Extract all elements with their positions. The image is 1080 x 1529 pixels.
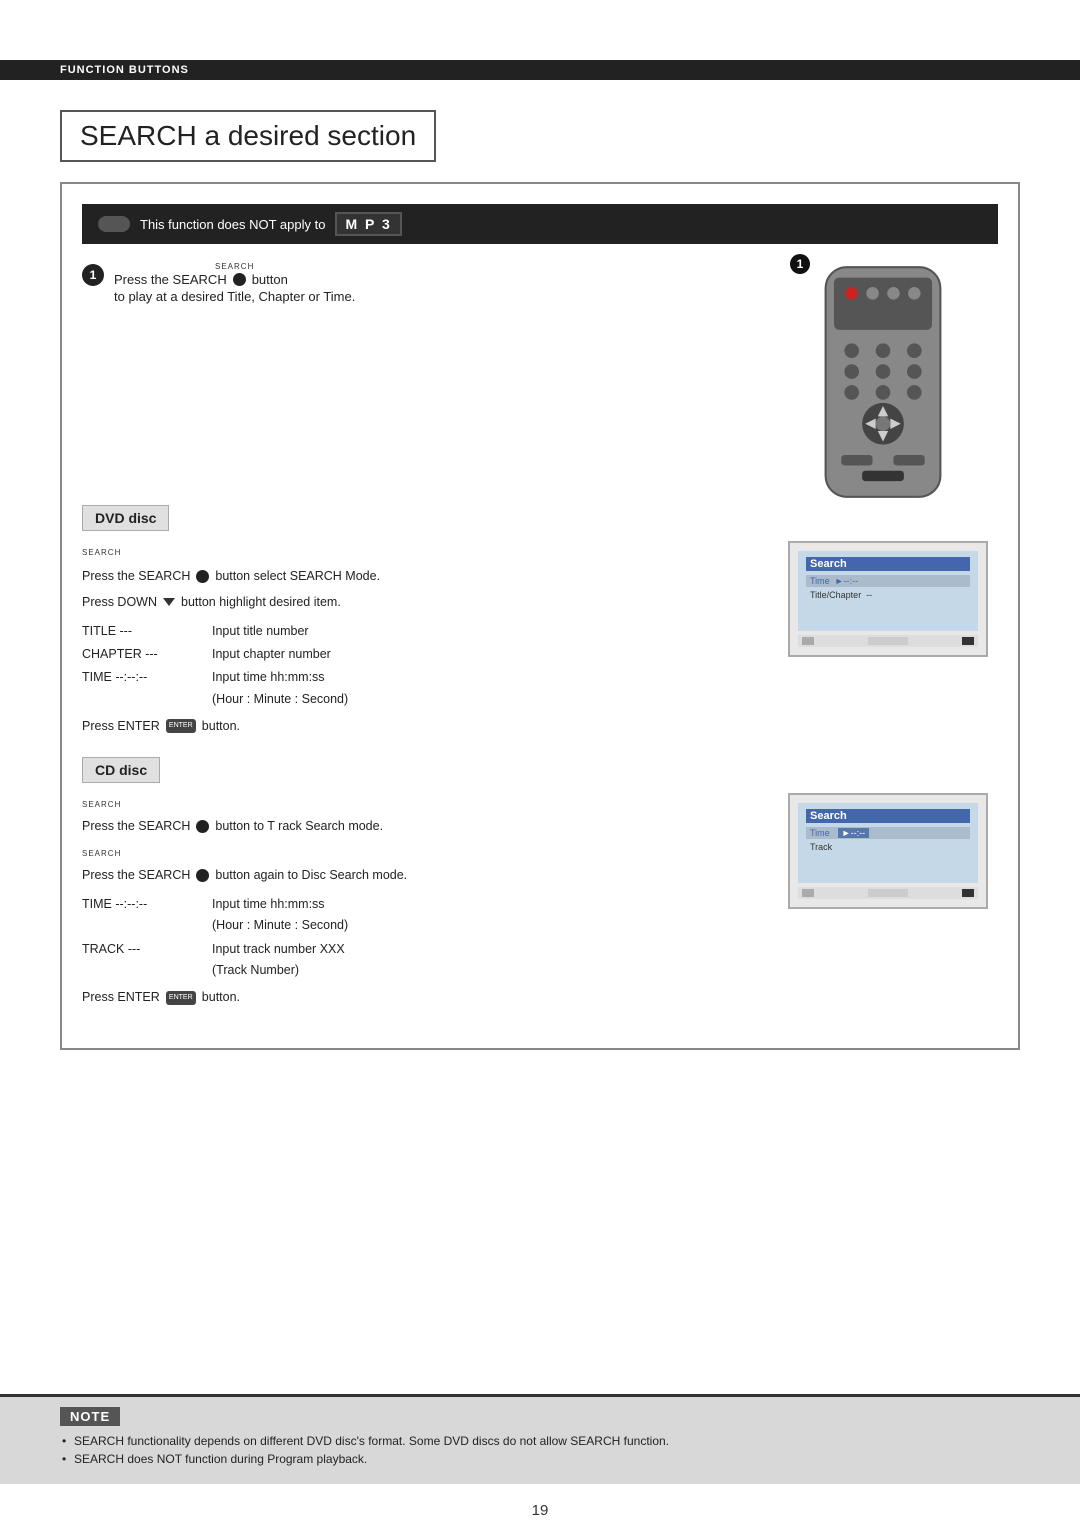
cd-screen: Search Time►--:-- Track — [788, 793, 988, 909]
cd-screen-track: Track — [806, 841, 970, 853]
cd-enter-label2: button. — [202, 987, 240, 1008]
dvd-instructions: SEARCH Press the SEARCH button select SE… — [82, 541, 758, 737]
step1-text: SEARCH Press the SEARCH button to play a… — [114, 262, 355, 304]
main-content: SEARCH a desired section This function d… — [0, 80, 1080, 1394]
cd-screen-btn-mid — [868, 889, 908, 897]
cd-screen-title: Search — [806, 809, 970, 823]
dvd-two-col: SEARCH Press the SEARCH button select SE… — [82, 541, 998, 737]
step1-button-text: button — [252, 272, 288, 287]
step1-instruction: 1 SEARCH Press the SEARCH button to play… — [82, 262, 758, 304]
note-item-1: SEARCH functionality depends on differen… — [60, 1434, 1020, 1448]
cd-search-btn1 — [196, 820, 209, 833]
dvd-line1: Press the SEARCH — [82, 566, 190, 587]
mp3-notice-text: This function does NOT apply to — [140, 217, 325, 232]
dvd-screen-inner: Search Time ►--:-- Title/Chapter -- — [798, 551, 978, 631]
content-box: This function does NOT apply to M P 3 1 … — [60, 182, 1020, 1050]
cd-time-desc: Input time hh:mm:ss (Hour : Minute : Sec… — [212, 894, 758, 937]
note-item-2: SEARCH does NOT function during Program … — [60, 1452, 1020, 1466]
cd-time-label: TIME --:--:-- — [82, 894, 182, 915]
cd-line2b: button again to Disc Search mode. — [215, 865, 407, 886]
cd-screen-inner: Search Time►--:-- Track — [798, 803, 978, 883]
dvd-right: Search Time ►--:-- Title/Chapter -- — [778, 541, 998, 737]
dvd-line2b: button highlight desired item. — [181, 592, 341, 613]
remote-badge-1: 1 — [790, 254, 810, 274]
mp3-notice: This function does NOT apply to M P 3 — [82, 204, 998, 244]
cd-disc-title: CD disc — [82, 757, 160, 783]
cd-instructions: SEARCH Press the SEARCH button to T rack… — [82, 793, 758, 1008]
step1-circle: 1 — [82, 264, 104, 286]
dvd-search-btn — [196, 570, 209, 583]
cd-line2: Press the SEARCH — [82, 865, 190, 886]
dvd-line2a: Press DOWN — [82, 592, 157, 613]
cd-enter-btn-icon: ENTER — [166, 991, 196, 1005]
cd-screen-btn-right — [962, 889, 974, 897]
mp3-badge: M P 3 — [335, 212, 401, 236]
section-title: SEARCH a desired section — [60, 110, 436, 162]
step1-row: 1 SEARCH Press the SEARCH button to play… — [82, 262, 998, 505]
dvd-search-label: SEARCH — [82, 548, 121, 557]
down-arrow-icon — [163, 598, 175, 606]
dvd-line1b: button select SEARCH Mode. — [215, 566, 380, 587]
dvd-disc-title: DVD disc — [82, 505, 169, 531]
cd-screen-time: Time►--:-- — [806, 827, 970, 839]
cd-search-btn2 — [196, 869, 209, 882]
header-bar: FUNCTION BUTTONS — [0, 60, 1080, 80]
enter-btn-icon: ENTER — [166, 719, 196, 733]
title-desc: Input title number — [212, 621, 758, 642]
cd-search-label: SEARCH — [82, 800, 121, 809]
dvd-screen-btn-right — [962, 637, 974, 645]
search-button-icon — [233, 273, 246, 286]
dvd-screen-bottom — [798, 635, 978, 647]
dvd-screen-btn-left — [802, 637, 814, 645]
dvd-enter-label: Press ENTER — [82, 716, 160, 737]
mp3-icon — [98, 216, 130, 232]
remote-svg — [798, 262, 968, 502]
dvd-screen: Search Time ►--:-- Title/Chapter -- — [788, 541, 988, 657]
cd-track-label: TRACK --- — [82, 939, 182, 960]
cd-search-label2: SEARCH — [82, 849, 121, 858]
cd-left: SEARCH Press the SEARCH button to T rack… — [82, 793, 758, 1008]
dvd-left: SEARCH Press the SEARCH button select SE… — [82, 541, 758, 737]
dvd-screen-btn-mid — [868, 637, 908, 645]
remote-container: 1 — [798, 262, 978, 505]
cd-disc-section: CD disc SEARCH Press the SEARCH button t… — [82, 757, 998, 1008]
header-label: FUNCTION BUTTONS — [60, 64, 189, 76]
cd-line1b: button to T rack Search mode. — [215, 816, 383, 837]
dvd-enter-label2: button. — [202, 716, 240, 737]
title-label: TITLE --- — [82, 621, 182, 642]
cd-right: Search Time►--:-- Track — [778, 793, 998, 1008]
cd-enter-label: Press ENTER — [82, 987, 160, 1008]
time-desc: Input time hh:mm:ss (Hour : Minute : Sec… — [212, 667, 758, 710]
page-number: 19 — [0, 1484, 1080, 1529]
cd-screen-bottom — [798, 887, 978, 899]
dvd-disc-section: DVD disc SEARCH Press the SEARCH button … — [82, 505, 998, 737]
dvd-screen-title: Search — [806, 557, 970, 571]
dvd-screen-title-chapter: Title/Chapter -- — [806, 589, 970, 601]
cd-line1: Press the SEARCH — [82, 816, 190, 837]
time-label: TIME --:--:-- — [82, 667, 182, 688]
cd-track-desc: Input track number XXX (Track Number) — [212, 939, 758, 982]
step1-right: 1 — [778, 262, 998, 505]
cd-two-col: SEARCH Press the SEARCH button to T rack… — [82, 793, 998, 1008]
note-section: NOTE SEARCH functionality depends on dif… — [0, 1394, 1080, 1484]
step1-desc: to play at a desired Title, Chapter or T… — [114, 289, 355, 304]
chapter-label: CHAPTER --- — [82, 644, 182, 665]
search-label: SEARCH — [114, 262, 355, 271]
note-title: NOTE — [60, 1407, 120, 1426]
step1-left: 1 SEARCH Press the SEARCH button to play… — [82, 262, 758, 505]
page-wrapper: FUNCTION BUTTONS SEARCH a desired sectio… — [0, 0, 1080, 1529]
dvd-screen-time: Time ►--:-- — [806, 575, 970, 587]
step1-press-text: Press the SEARCH — [114, 272, 227, 287]
chapter-desc: Input chapter number — [212, 644, 758, 665]
cd-screen-btn-left — [802, 889, 814, 897]
